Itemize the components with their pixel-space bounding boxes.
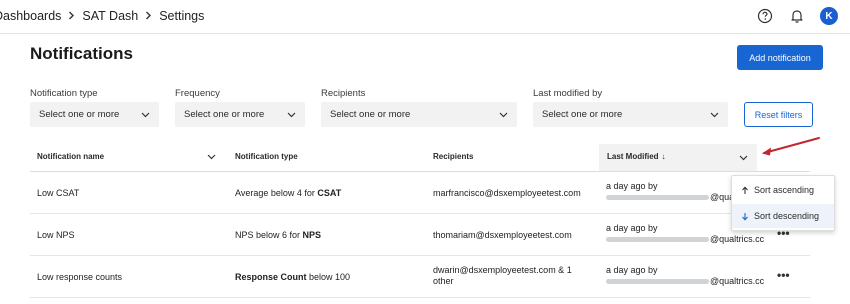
add-notification-button[interactable]: Add notification	[737, 45, 823, 70]
redacted-name	[606, 237, 709, 243]
last-modified: a day ago by @qualtrics.cc	[606, 265, 765, 286]
sort-descending-option[interactable]: Sort descending	[732, 204, 834, 228]
chevron-right-icon	[68, 9, 75, 23]
recipients-select[interactable]: Select one or more	[321, 102, 517, 127]
column-header-label: Last Modified ↓	[607, 152, 666, 161]
chevron-down-icon	[141, 112, 150, 118]
last-modified-label: Last Modified	[607, 152, 659, 161]
select-value: Select one or more	[39, 109, 120, 120]
column-header-last-modified[interactable]: Last Modified ↓	[599, 144, 757, 171]
notification-type: Response Count below 100	[235, 272, 351, 282]
last-modified-by-select[interactable]: Select one or more	[533, 102, 728, 127]
table-row[interactable]: Low CSAT Average below 4 for CSAT marfra…	[30, 172, 810, 214]
chevron-down-icon	[287, 112, 296, 118]
table-row[interactable]: Low NPS NPS below 6 for NPS thomariam@ds…	[30, 214, 810, 256]
frequency-select[interactable]: Select one or more	[175, 102, 305, 127]
recipients: marfrancisco@dsxemployeetest.com	[433, 188, 581, 198]
top-bar: Dashboards SAT Dash Settings K	[0, 0, 850, 34]
top-icons: K	[756, 7, 838, 25]
breadcrumb-settings: Settings	[159, 9, 205, 23]
recipients: dwarin@dsxemployeetest.com & 1 other	[433, 265, 572, 286]
sort-ascending-option[interactable]: Sort ascending	[732, 178, 834, 202]
chevron-down-icon[interactable]	[739, 153, 748, 162]
page-title: Notifications	[30, 44, 133, 63]
reset-filters-button[interactable]: Reset filters	[744, 102, 813, 127]
notification-type-select[interactable]: Select one or more	[30, 102, 159, 127]
notification-name: Low response counts	[37, 272, 123, 282]
sort-descending-icon: ↓	[661, 152, 666, 161]
column-header-notification-name[interactable]: Notification name	[37, 152, 104, 161]
sort-menu: Sort ascending Sort descending	[731, 175, 835, 231]
last-modified: a day ago by @qualt	[606, 181, 739, 202]
bell-icon[interactable]	[788, 7, 806, 25]
notification-type: Average below 4 for CSAT	[235, 188, 342, 198]
notification-type: NPS below 6 for NPS	[235, 230, 322, 240]
filter-label-recipients: Recipients	[321, 88, 366, 99]
recipients: thomariam@dsxemployeetest.com	[433, 230, 572, 240]
breadcrumb: Dashboards SAT Dash Settings	[0, 9, 204, 23]
help-icon[interactable]	[756, 7, 774, 25]
redacted-name	[606, 195, 709, 201]
chevron-down-icon[interactable]	[207, 152, 216, 161]
chevron-down-icon	[499, 112, 508, 118]
notification-name: Low NPS	[37, 230, 75, 240]
column-header-notification-type[interactable]: Notification type	[235, 152, 298, 161]
filter-label-notification-type: Notification type	[30, 88, 98, 99]
select-value: Select one or more	[184, 109, 265, 120]
arrow-down-icon	[742, 212, 748, 221]
chevron-down-icon	[710, 112, 719, 118]
breadcrumb-sat-dash[interactable]: SAT Dash	[82, 9, 138, 23]
notification-name: Low CSAT	[37, 188, 80, 198]
sort-ascending-label: Sort ascending	[754, 185, 815, 195]
select-value: Select one or more	[542, 109, 623, 120]
select-value: Select one or more	[330, 109, 411, 120]
annotation-arrow-icon	[762, 137, 820, 156]
arrow-up-icon	[742, 185, 748, 194]
column-header-recipients[interactable]: Recipients	[433, 152, 473, 161]
chevron-right-icon	[145, 9, 152, 23]
sort-descending-label: Sort descending	[754, 211, 820, 221]
avatar[interactable]: K	[820, 7, 838, 25]
table-row[interactable]: Low response counts Response Count below…	[30, 256, 810, 298]
filter-label-last-modified-by: Last modified by	[533, 88, 603, 99]
more-actions-icon[interactable]: •••	[777, 268, 790, 282]
filter-label-frequency: Frequency	[175, 88, 220, 99]
breadcrumb-dashboards[interactable]: Dashboards	[0, 9, 61, 23]
redacted-name	[606, 279, 709, 285]
